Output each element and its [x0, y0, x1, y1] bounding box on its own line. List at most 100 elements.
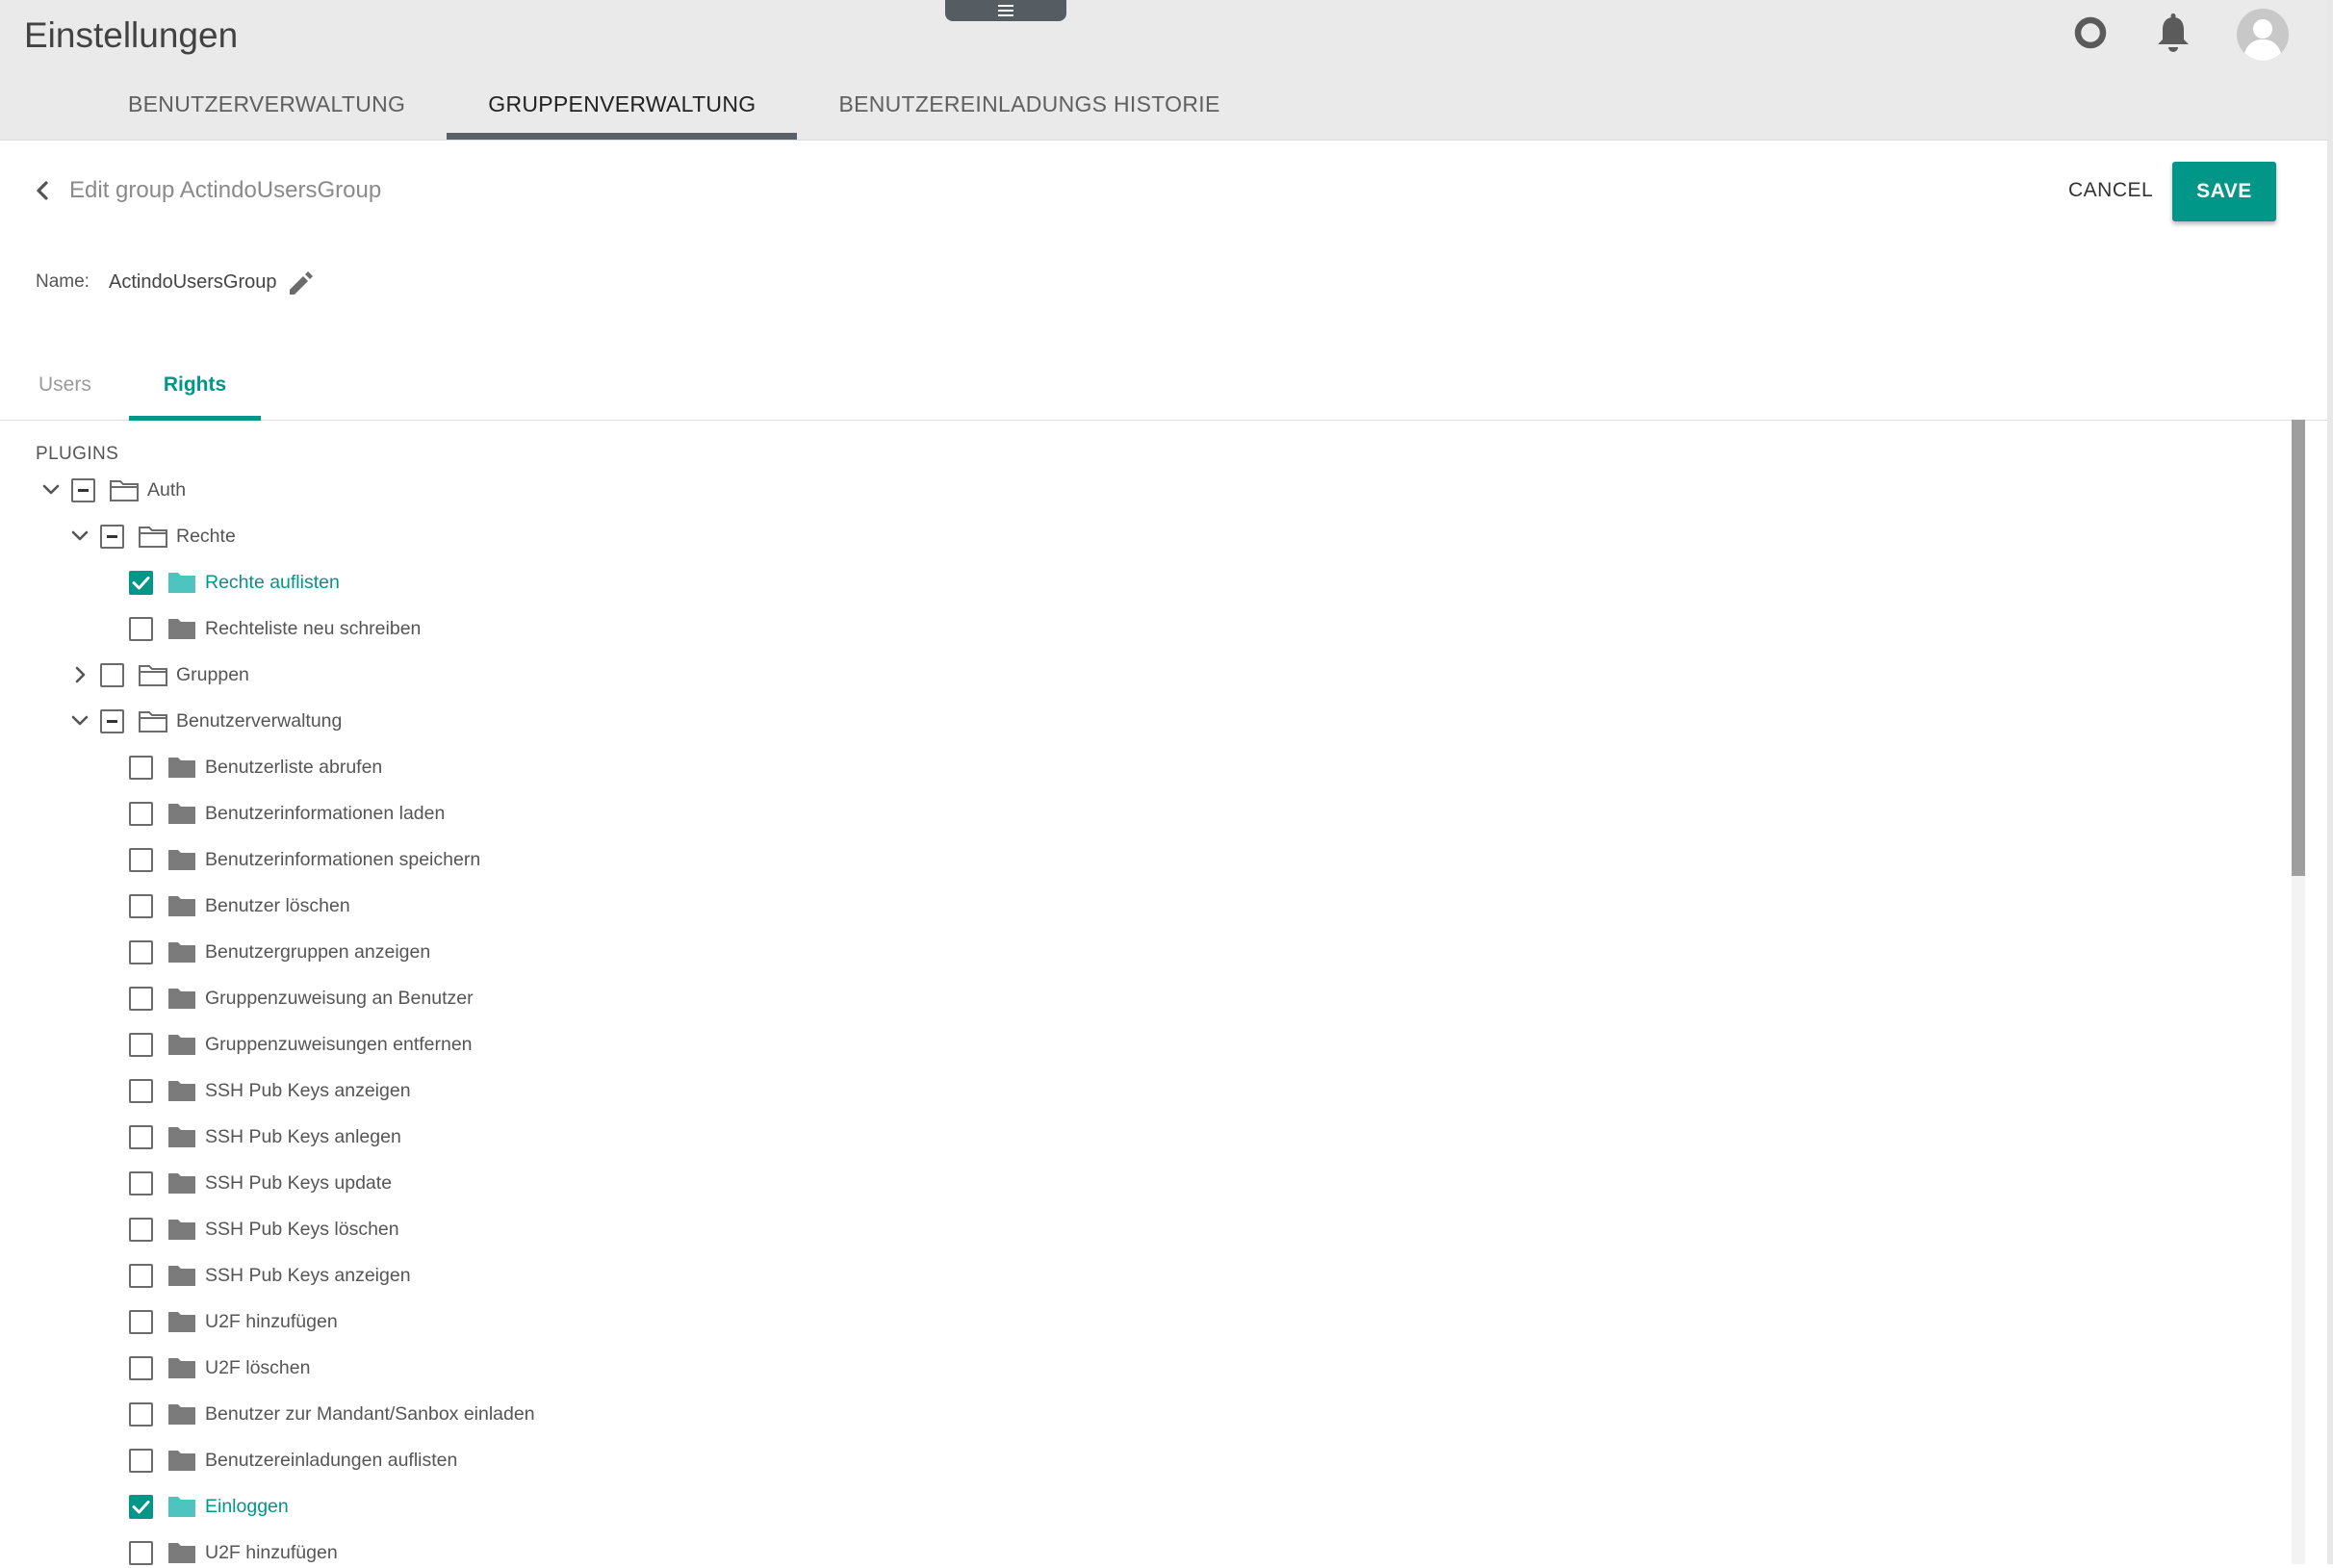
- folder-icon: [167, 1494, 197, 1519]
- tab-rights[interactable]: Rights: [129, 356, 261, 421]
- folder-outline-icon: [138, 708, 168, 733]
- tree-checkbox[interactable]: [129, 801, 153, 826]
- tree-row[interactable]: U2F löschen: [96, 1352, 310, 1383]
- tab-users[interactable]: Users: [38, 356, 91, 420]
- tree-row[interactable]: Benutzerinformationen speichern: [96, 844, 480, 875]
- tree-checkbox[interactable]: [129, 570, 153, 595]
- tree-label: Benutzergruppen anzeigen: [205, 941, 431, 963]
- tree-checkbox[interactable]: [129, 1540, 153, 1565]
- tree-row[interactable]: SSH Pub Keys anzeigen: [96, 1075, 411, 1106]
- folder-icon: [167, 939, 197, 964]
- user-avatar-icon[interactable]: [2236, 8, 2290, 62]
- tree-row[interactable]: Gruppen: [67, 659, 249, 690]
- drawer-toggle-handle[interactable]: [945, 0, 1066, 21]
- folder-icon: [167, 1401, 197, 1427]
- main-tab-bar: BENUTZERVERWALTUNG GRUPPENVERWALTUNG BEN…: [87, 85, 1262, 140]
- folder-icon: [167, 1170, 197, 1195]
- tree-checkbox[interactable]: [100, 708, 124, 733]
- chevron-right-icon[interactable]: [67, 662, 92, 687]
- tree-row[interactable]: Gruppenzuweisung an Benutzer: [96, 983, 474, 1014]
- tree-row[interactable]: SSH Pub Keys löschen: [96, 1214, 399, 1245]
- tree-checkbox[interactable]: [129, 616, 153, 641]
- tree-row[interactable]: Rechteliste neu schreiben: [96, 613, 421, 644]
- tree-checkbox[interactable]: [71, 477, 95, 502]
- tree-checkbox[interactable]: [100, 524, 124, 549]
- folder-icon: [167, 986, 197, 1011]
- folder-outline-icon: [109, 477, 140, 502]
- tree-checkbox[interactable]: [129, 1494, 153, 1519]
- tree-checkbox[interactable]: [129, 1124, 153, 1149]
- tab-benutzerverwaltung[interactable]: BENUTZERVERWALTUNG: [87, 85, 447, 140]
- tree-checkbox[interactable]: [129, 1078, 153, 1103]
- folder-outline-icon: [138, 662, 168, 687]
- folder-icon: [167, 847, 197, 872]
- chevron-down-icon[interactable]: [67, 524, 92, 549]
- tree-checkbox[interactable]: [129, 893, 153, 918]
- tree-row[interactable]: Auth: [38, 475, 186, 505]
- group-name-value: ActindoUsersGroup: [109, 271, 277, 293]
- tree-label: Benutzerinformationen speichern: [205, 849, 481, 870]
- tree-label: U2F löschen: [205, 1357, 311, 1378]
- pencil-edit-icon[interactable]: [285, 268, 316, 298]
- tab-gruppenverwaltung[interactable]: GRUPPENVERWALTUNG: [447, 85, 798, 140]
- tree-checkbox[interactable]: [129, 1170, 153, 1195]
- tree-checkbox[interactable]: [129, 755, 153, 780]
- folder-icon: [167, 1540, 197, 1565]
- folder-icon: [167, 801, 197, 826]
- tree-checkbox[interactable]: [129, 1355, 153, 1380]
- tree-checkbox[interactable]: [100, 662, 124, 687]
- tree-row[interactable]: Einloggen: [96, 1491, 289, 1522]
- tree-row[interactable]: U2F hinzufügen: [96, 1537, 338, 1568]
- back-arrow-icon[interactable]: [29, 177, 56, 204]
- folder-icon: [167, 1309, 197, 1334]
- tree-section-title: PLUGINS: [36, 444, 119, 464]
- tree-label: U2F hinzufügen: [205, 1311, 338, 1332]
- help-circle-icon[interactable]: [2072, 14, 2109, 51]
- tree-checkbox[interactable]: [129, 1263, 153, 1288]
- tree-row[interactable]: Benutzerverwaltung: [67, 706, 342, 736]
- tree-label: SSH Pub Keys anzeigen: [205, 1080, 411, 1101]
- tree-row[interactable]: Benutzer löschen: [96, 890, 350, 921]
- tree-checkbox[interactable]: [129, 986, 153, 1011]
- tree-row[interactable]: Rechte: [67, 521, 236, 552]
- app-header: Einstellungen BENUTZERVERWALTUNG GRUPPEN…: [0, 0, 2333, 141]
- tree-checkbox[interactable]: [129, 1217, 153, 1242]
- tree-row[interactable]: Benutzereinladungen auflisten: [96, 1445, 457, 1476]
- notification-bell-icon[interactable]: [2154, 12, 2192, 54]
- tree-label: Benutzerliste abrufen: [205, 757, 383, 778]
- tree-row[interactable]: Benutzer zur Mandant/Sanbox einladen: [96, 1399, 535, 1429]
- tab-benutzereinladungs-historie[interactable]: BENUTZEREINLADUNGS HISTORIE: [797, 85, 1261, 140]
- scrollbar-thumb[interactable]: [2292, 420, 2305, 876]
- cancel-button[interactable]: CANCEL: [2055, 164, 2166, 218]
- tree-row[interactable]: Benutzergruppen anzeigen: [96, 937, 430, 967]
- tree-row[interactable]: SSH Pub Keys anlegen: [96, 1121, 401, 1152]
- tree-row[interactable]: Gruppenzuweisungen entfernen: [96, 1029, 473, 1060]
- save-button[interactable]: SAVE: [2172, 162, 2276, 221]
- tree-row[interactable]: Rechte auflisten: [96, 567, 340, 598]
- indeterminate-mark: [107, 534, 117, 538]
- tree-row[interactable]: Benutzerliste abrufen: [96, 752, 382, 783]
- folder-icon: [167, 1263, 197, 1288]
- tree-checkbox[interactable]: [129, 1309, 153, 1334]
- chevron-down-icon[interactable]: [67, 708, 92, 733]
- folder-icon: [167, 1032, 197, 1057]
- tree-row[interactable]: SSH Pub Keys anzeigen: [96, 1260, 411, 1291]
- tree-checkbox[interactable]: [129, 1448, 153, 1473]
- tree-row[interactable]: SSH Pub Keys update: [96, 1168, 392, 1198]
- tree-row[interactable]: U2F hinzufügen: [96, 1306, 338, 1337]
- tree-checkbox[interactable]: [129, 1032, 153, 1057]
- tree-checkbox[interactable]: [129, 939, 153, 964]
- tree-checkbox[interactable]: [129, 1401, 153, 1427]
- tree-label: U2F hinzufügen: [205, 1542, 338, 1563]
- tree-row[interactable]: Benutzerinformationen laden: [96, 798, 445, 829]
- app-title: Einstellungen: [24, 15, 239, 55]
- tree-label: Benutzerverwaltung: [176, 710, 343, 732]
- chevron-down-icon[interactable]: [38, 477, 64, 502]
- tree-checkbox[interactable]: [129, 847, 153, 872]
